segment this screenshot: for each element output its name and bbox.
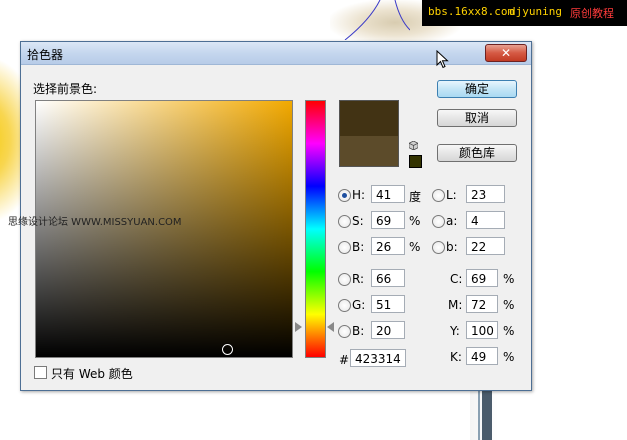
saturation-brightness-field[interactable] [35, 100, 293, 358]
color-picker-marker[interactable] [222, 344, 233, 355]
background-rail-edge [478, 390, 480, 440]
label-red: R: [352, 272, 365, 286]
background-outline [344, 0, 410, 40]
banner-tag: 原创教程 [570, 7, 614, 20]
radio-b[interactable] [432, 241, 445, 254]
cursor-icon [436, 50, 449, 69]
blue-field[interactable]: 20 [371, 321, 405, 339]
label-blue: B: [352, 324, 365, 338]
watermark: 思缘设计论坛 WWW.MISSYUAN.COM [8, 217, 182, 228]
lightness-field[interactable]: 23 [466, 185, 505, 203]
unit-percent: % [409, 214, 421, 228]
label-cyan: C: [450, 272, 463, 286]
hue-slider[interactable] [305, 100, 326, 358]
label-a: a: [446, 214, 458, 228]
yellow-field[interactable]: 100 [466, 321, 498, 339]
background-rail [482, 390, 492, 440]
saturation-field[interactable]: 69 [371, 211, 405, 229]
unit-percent: % [503, 272, 515, 286]
label-black: K: [450, 350, 462, 364]
hex-field[interactable]: 423314 [350, 349, 406, 367]
cube-icon[interactable] [409, 141, 418, 150]
radio-red[interactable] [338, 273, 351, 286]
label-brightness: B: [352, 240, 365, 254]
banner-author: djyuning [509, 5, 562, 18]
radio-hue[interactable] [338, 189, 351, 202]
color-library-button[interactable]: 颜色库 [437, 144, 517, 162]
radio-lightness[interactable] [432, 189, 445, 202]
brightness-field[interactable]: 26 [371, 237, 405, 255]
unit-percent: % [503, 350, 515, 364]
hue-slider-handle-left[interactable] [295, 322, 302, 332]
web-safe-color-swatch[interactable] [409, 155, 422, 168]
select-foreground-label: 选择前景色: [33, 82, 98, 96]
hue-field[interactable]: 41 [371, 185, 405, 203]
close-button[interactable]: ✕ [485, 44, 527, 62]
b-field[interactable]: 22 [466, 237, 505, 255]
label-hex: # [339, 353, 350, 367]
label-green: G: [352, 298, 366, 312]
web-colors-only-label: 只有 Web 颜色 [51, 367, 133, 381]
radio-brightness[interactable] [338, 241, 351, 254]
label-hue: H: [352, 188, 366, 202]
red-field[interactable]: 66 [371, 269, 405, 287]
site-banner: bbs.16xx8.com djyuning 原创教程 [422, 0, 627, 26]
label-yellow: Y: [450, 324, 460, 338]
label-b: b: [446, 240, 458, 254]
radio-blue[interactable] [338, 325, 351, 338]
current-color-swatch[interactable] [339, 136, 399, 167]
unit-percent: % [503, 324, 515, 338]
unit-percent: % [409, 240, 421, 254]
magenta-field[interactable]: 72 [466, 295, 498, 313]
label-magenta: M: [448, 298, 463, 312]
cyan-field[interactable]: 69 [466, 269, 498, 287]
radio-green[interactable] [338, 299, 351, 312]
radio-saturation[interactable] [338, 215, 351, 228]
hue-slider-handle-right[interactable] [327, 322, 334, 332]
label-lightness: L: [446, 188, 457, 202]
unit-degree: 度 [409, 190, 422, 204]
green-field[interactable]: 51 [371, 295, 405, 313]
a-field[interactable]: 4 [466, 211, 505, 229]
dialog-title: 拾色器 [27, 48, 64, 62]
banner-site: bbs.16xx8.com [428, 5, 515, 18]
title-bar[interactable]: 拾色器 ✕ [21, 42, 531, 65]
close-icon: ✕ [500, 46, 512, 60]
radio-a[interactable] [432, 215, 445, 228]
cancel-button[interactable]: 取消 [437, 109, 517, 127]
new-color-swatch [339, 100, 399, 137]
web-colors-only-checkbox[interactable] [34, 366, 47, 379]
unit-percent: % [503, 298, 515, 312]
label-saturation: S: [352, 214, 364, 228]
black-field[interactable]: 49 [466, 347, 498, 365]
ok-button[interactable]: 确定 [437, 80, 517, 98]
